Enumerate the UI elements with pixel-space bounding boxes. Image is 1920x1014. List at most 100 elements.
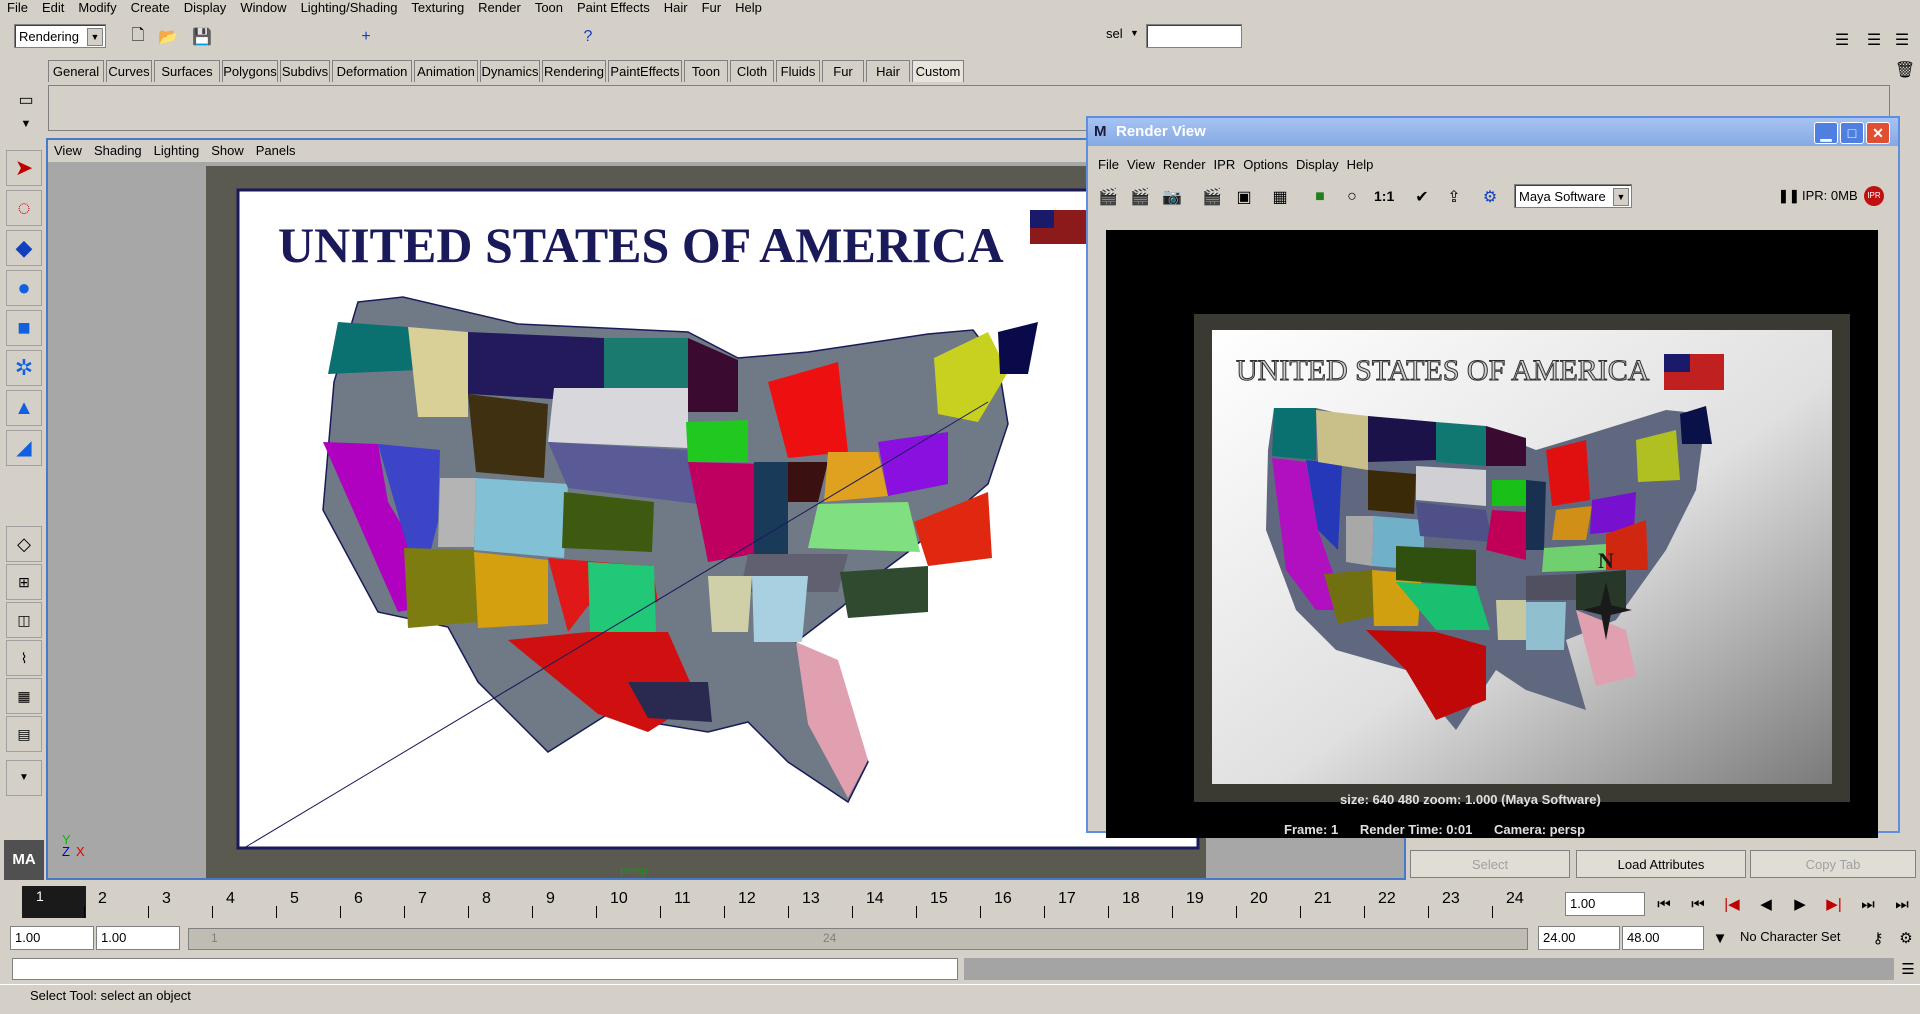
current-frame-field[interactable]: 1.00 <box>1565 892 1645 916</box>
lasso-tool-icon[interactable]: ◌ <box>6 190 42 226</box>
select-tool-icon[interactable]: ➤ <box>6 150 42 186</box>
menu-item-file[interactable]: File <box>0 0 35 16</box>
character-set-field[interactable]: No Character Set <box>1736 926 1862 950</box>
command-line-input[interactable] <box>12 958 958 980</box>
close-icon[interactable]: ✕ <box>1866 122 1890 144</box>
shelf-tab-dynamics[interactable]: Dynamics <box>480 60 540 82</box>
menu-item-modify[interactable]: Modify <box>71 0 123 16</box>
render-menu-help[interactable]: Help <box>1343 154 1378 176</box>
load-attributes-button[interactable]: Load Attributes <box>1576 850 1746 878</box>
minimize-icon[interactable]: ▁ <box>1814 122 1838 144</box>
ipr-render-icon[interactable]: 🎬 <box>1200 185 1224 209</box>
shelf-options-icon[interactable]: ▭ <box>14 88 38 112</box>
new-scene-icon[interactable]: 🗋 <box>126 25 150 49</box>
time-slider[interactable]: 1 2 3 4 5 6 7 8 9 10 11 12 13 14 15 16 17 18 19 20 21 22 23 24 <box>20 884 1555 920</box>
layout-icon[interactable]: ☰ <box>1862 28 1886 52</box>
shelf-tab-cloth[interactable]: Cloth <box>730 60 774 82</box>
range-slider[interactable]: 1 24 <box>188 928 1528 950</box>
step-back-frame-icon[interactable]: |◀ <box>1718 891 1746 917</box>
chevron-down-icon[interactable]: ▼ <box>1706 925 1734 951</box>
shelf-tab-curves[interactable]: Curves <box>106 60 152 82</box>
menu-item-window[interactable]: Window <box>233 0 293 16</box>
render-menu-render[interactable]: Render <box>1159 154 1210 176</box>
shelf-tab-toon[interactable]: Toon <box>684 60 728 82</box>
outliner-layout-icon[interactable]: ▤ <box>6 716 42 752</box>
viewport-menu-view[interactable]: View <box>48 140 88 162</box>
playback-end-field[interactable]: 24.00 <box>1538 926 1620 950</box>
play-forwards-icon[interactable]: ▶ <box>1786 891 1814 917</box>
step-forward-frame-icon[interactable]: ▶| <box>1820 891 1848 917</box>
viewport-menu-show[interactable]: Show <box>205 140 250 162</box>
menu-item-help[interactable]: Help <box>728 0 769 16</box>
shelf-tab-polygons[interactable]: Polygons <box>222 60 278 82</box>
open-scene-icon[interactable]: 📂 <box>156 25 180 49</box>
render-menu-display[interactable]: Display <box>1292 154 1343 176</box>
graph-layout-icon[interactable]: ⌇ <box>6 640 42 676</box>
render-menu-file[interactable]: File <box>1094 154 1123 176</box>
shelf-tab-custom[interactable]: Custom <box>912 60 964 82</box>
menu-item-render[interactable]: Render <box>471 0 528 16</box>
layout-icon[interactable]: ☰ <box>1890 28 1914 52</box>
keep-image-icon[interactable]: ✔ <box>1410 185 1434 209</box>
shelf-tab-surfaces[interactable]: Surfaces <box>154 60 220 82</box>
move-tool-icon[interactable]: ● <box>6 270 42 306</box>
render-menu-options[interactable]: Options <box>1239 154 1292 176</box>
manipulator-icon[interactable]: ▲ <box>6 390 42 426</box>
playback-start-field[interactable]: 1.00 <box>96 926 180 950</box>
shelf-tab-fur[interactable]: Fur <box>822 60 864 82</box>
step-back-key-icon[interactable]: ⏮ <box>1684 891 1712 917</box>
rgb-channels-icon[interactable]: ■ <box>1308 185 1332 209</box>
menu-item-texturing[interactable]: Texturing <box>404 0 471 16</box>
quick-select-field[interactable] <box>1146 24 1242 48</box>
shelf-tab-hair[interactable]: Hair <box>866 60 910 82</box>
anim-end-field[interactable]: 48.00 <box>1622 926 1704 950</box>
hypershade-layout-icon[interactable]: ▦ <box>6 678 42 714</box>
go-to-end-icon[interactable]: ⏭ <box>1888 891 1916 917</box>
last-tool-icon[interactable]: ◢ <box>6 430 42 466</box>
chevron-down-icon[interactable]: ▼ <box>1130 28 1139 38</box>
menu-item-fur[interactable]: Fur <box>695 0 729 16</box>
refresh-ipr-icon[interactable]: ▣ <box>1232 185 1256 209</box>
go-to-start-icon[interactable]: ⏮ <box>1650 891 1678 917</box>
shelf-tab-fluids[interactable]: Fluids <box>776 60 820 82</box>
key-icon[interactable]: ⚷ <box>1864 925 1892 951</box>
real-size-button[interactable]: 1:1 <box>1374 188 1394 204</box>
trash-icon[interactable]: 🗑 <box>1893 58 1917 82</box>
chevron-down-icon[interactable]: ▼ <box>6 760 42 796</box>
menu-item-lighting-shading[interactable]: Lighting/Shading <box>294 0 405 16</box>
copy-tab-button[interactable]: Copy Tab <box>1750 850 1916 878</box>
render-view-titlebar[interactable]: M Render View ▁ □ ✕ <box>1088 118 1898 146</box>
four-pane-layout-icon[interactable]: ⊞ <box>6 564 42 600</box>
viewport-menu-shading[interactable]: Shading <box>88 140 148 162</box>
viewport-menu-lighting[interactable]: Lighting <box>148 140 206 162</box>
script-editor-icon[interactable]: ☰ <box>1894 956 1920 982</box>
layout-icon[interactable]: ☰ <box>1830 28 1854 52</box>
paint-select-icon[interactable]: ◆ <box>6 230 42 266</box>
render-image-area[interactable]: UNITED STATES OF AMERICA N size: 640 480… <box>1106 230 1878 822</box>
shelf-tab-subdivs[interactable]: Subdivs <box>280 60 330 82</box>
save-scene-icon[interactable]: 💾 <box>190 25 214 49</box>
render-menu-ipr[interactable]: IPR <box>1210 154 1240 176</box>
alpha-channel-icon[interactable]: ○ <box>1340 185 1364 209</box>
viewport-menu-panels[interactable]: Panels <box>250 140 302 162</box>
render-settings-icon[interactable]: ⚙ <box>1478 185 1502 209</box>
two-pane-layout-icon[interactable]: ◫ <box>6 602 42 638</box>
remove-image-icon[interactable]: ⇪ <box>1442 185 1466 209</box>
rotate-tool-icon[interactable]: ■ <box>6 310 42 346</box>
menu-item-toon[interactable]: Toon <box>528 0 570 16</box>
pause-icon[interactable]: ❚❚ <box>1778 188 1800 204</box>
shelf-tab-painteffects[interactable]: PaintEffects <box>608 60 682 82</box>
menu-item-edit[interactable]: Edit <box>35 0 71 16</box>
plus-icon[interactable]: + <box>354 25 378 49</box>
renderer-dropdown[interactable]: Maya Software ▼ <box>1514 184 1632 208</box>
chevron-down-icon[interactable]: ▼ <box>14 112 38 136</box>
render-menu-view[interactable]: View <box>1123 154 1159 176</box>
anim-start-field[interactable]: 1.00 <box>10 926 94 950</box>
render-clapper-icon[interactable]: 🎬 <box>1096 185 1120 209</box>
menu-item-display[interactable]: Display <box>177 0 234 16</box>
snapshot-icon[interactable]: 📷 <box>1160 185 1184 209</box>
help-icon[interactable]: ? <box>576 25 600 49</box>
select-button[interactable]: Select <box>1410 850 1570 878</box>
play-backwards-icon[interactable]: ◀ <box>1752 891 1780 917</box>
menu-item-hair[interactable]: Hair <box>657 0 695 16</box>
